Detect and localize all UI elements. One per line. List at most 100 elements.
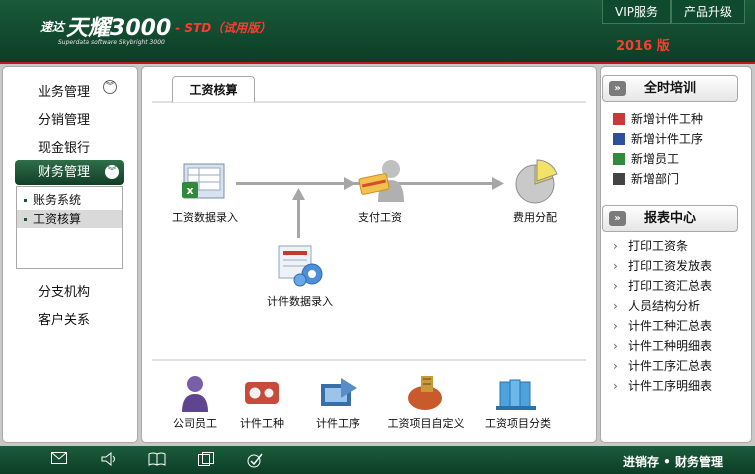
flow-pay-salary[interactable]: 支付工资: [348, 156, 412, 225]
report-label: 计件工序明细表: [628, 379, 713, 393]
flow-label: 计件数据录入: [267, 295, 333, 308]
sidebar-item-cash-bank[interactable]: 现金银行: [38, 137, 90, 156]
speaker-icon[interactable]: [100, 451, 118, 468]
bottom-salary-item-custom[interactable]: 工资项目自定义: [381, 374, 471, 431]
training-item-piece-process[interactable]: 新增计件工序: [613, 130, 703, 147]
bottom-salary-item-category[interactable]: 工资项目分类: [478, 374, 558, 431]
section-divider: [152, 359, 586, 361]
flow-piece-entry[interactable]: 计件数据录入: [262, 240, 338, 309]
salary-item-category-icon: [496, 379, 536, 410]
flow-label: 费用分配: [513, 211, 557, 224]
sidebar-item-distribution[interactable]: 分销管理: [38, 109, 90, 128]
reports-title: 报表中心: [643, 211, 696, 226]
report-link[interactable]: › 计件工种汇总表: [613, 317, 712, 334]
report-link[interactable]: › 计件工序明细表: [613, 377, 712, 394]
sidebar-item-crm[interactable]: 客户关系: [38, 309, 90, 328]
chevron-right-icon: ›: [613, 359, 618, 373]
report-label: 计件工种明细表: [628, 339, 713, 353]
app-header: 速达天耀3000- STD（试用版） Superdata software Sk…: [0, 0, 755, 62]
product-upgrade-button[interactable]: 产品升级: [670, 0, 745, 24]
piece-process-icon: [321, 378, 357, 406]
window-icon[interactable]: [197, 452, 215, 468]
chevron-right-icon: ›: [613, 239, 618, 253]
training-item-label: 新增员工: [631, 152, 680, 166]
brand-name: 天耀3000: [66, 16, 172, 41]
bottom-employee[interactable]: 公司员工: [170, 374, 220, 431]
header-divider: [0, 62, 755, 64]
app-logo: 速达天耀3000- STD（试用版） Superdata software Sk…: [40, 10, 272, 46]
bottom-label: 计件工种: [240, 417, 284, 430]
training-item-department[interactable]: 新增部门: [613, 170, 679, 187]
svg-text:x: x: [186, 184, 193, 197]
flow-expense-allocation[interactable]: 费用分配: [506, 156, 564, 225]
chevron-down-icon: ︾: [105, 165, 119, 179]
bottom-piece-type[interactable]: 计件工种: [235, 374, 289, 431]
book-icon: [613, 133, 625, 145]
sidebar-item-finance[interactable]: 财务管理 ︾: [15, 160, 124, 185]
report-label: 计件工种汇总表: [628, 319, 713, 333]
finance-submenu: 账务系统 工资核算: [16, 186, 123, 269]
flow-salary-entry[interactable]: x 工资数据录入: [166, 160, 244, 225]
book-icon: [613, 113, 625, 125]
chevron-down-icon[interactable]: ︾: [103, 80, 117, 94]
training-item-label: 新增计件工种: [631, 112, 704, 126]
bottom-piece-process[interactable]: 计件工序: [311, 374, 365, 431]
chevron-right-icon: ›: [613, 259, 618, 273]
piece-type-icon: [245, 382, 279, 404]
report-link[interactable]: › 打印工资汇总表: [613, 277, 712, 294]
report-link[interactable]: › 人员结构分析: [613, 297, 700, 314]
training-item-label: 新增计件工序: [631, 132, 704, 146]
version-year: 2016 版: [616, 39, 670, 54]
report-label: 打印工资汇总表: [628, 279, 713, 293]
reports-header[interactable]: » 报表中心: [602, 205, 738, 232]
vip-service-button[interactable]: VIP服务: [601, 0, 671, 24]
report-label: 计件工序汇总表: [628, 359, 713, 373]
sidebar-item-business[interactable]: 业务管理: [38, 81, 90, 100]
check-icon[interactable]: [246, 452, 264, 468]
report-label: 打印工资条: [628, 239, 689, 253]
piece-entry-icon: [278, 245, 323, 287]
arrow-head-icon: [292, 188, 305, 200]
book-icon[interactable]: [148, 452, 166, 468]
double-chevron-icon: »: [609, 211, 626, 226]
book-icon: [613, 173, 625, 185]
chevron-right-icon: ›: [613, 379, 618, 393]
flow-arrow-vertical: [297, 198, 300, 238]
submenu-item-payroll[interactable]: 工资核算: [17, 210, 122, 228]
chevron-right-icon: ›: [613, 319, 618, 333]
training-item-employee[interactable]: 新增员工: [613, 150, 679, 167]
sidebar-item-branches[interactable]: 分支机构: [38, 281, 90, 300]
mail-icon[interactable]: [50, 452, 68, 468]
brand-tagline: Superdata software Skybright 3000: [58, 39, 165, 46]
report-link[interactable]: › 打印工资条: [613, 237, 688, 254]
flow-label: 工资数据录入: [172, 211, 238, 224]
training-title: 全时培训: [643, 81, 696, 96]
training-item-label: 新增部门: [631, 172, 680, 186]
bottom-label: 公司员工: [173, 417, 217, 430]
chevron-right-icon: ›: [613, 299, 618, 313]
bottom-label: 工资项目自定义: [387, 417, 465, 430]
expense-pie-icon: [515, 159, 558, 204]
tab-payroll[interactable]: 工资核算: [172, 76, 255, 102]
report-link[interactable]: › 计件工序汇总表: [613, 357, 712, 374]
report-link[interactable]: › 计件工种明细表: [613, 337, 712, 354]
employee-icon: [182, 376, 208, 412]
bottom-label: 计件工序: [316, 417, 360, 430]
arrow-head-icon: [492, 177, 504, 190]
bottom-label: 工资项目分类: [485, 417, 551, 430]
pay-salary-icon: [358, 160, 404, 202]
report-link[interactable]: › 打印工资发放表: [613, 257, 712, 274]
book-icon: [613, 153, 625, 165]
footer-text: 进销存 • 财务管理: [622, 455, 723, 469]
status-bar: 进销存 • 财务管理: [0, 446, 755, 474]
salary-item-custom-icon: [408, 376, 442, 410]
submenu-item-accounts[interactable]: 账务系统: [17, 191, 122, 209]
report-label: 打印工资发放表: [628, 259, 713, 273]
report-label: 人员结构分析: [628, 299, 701, 313]
training-header[interactable]: » 全时培训: [602, 75, 738, 102]
brand-prefix: 速达: [40, 20, 65, 34]
double-chevron-icon: »: [609, 81, 626, 96]
edition-label: - STD（试用版）: [175, 21, 272, 35]
training-item-piece-type[interactable]: 新增计件工种: [613, 110, 703, 127]
chevron-right-icon: ›: [613, 339, 618, 353]
